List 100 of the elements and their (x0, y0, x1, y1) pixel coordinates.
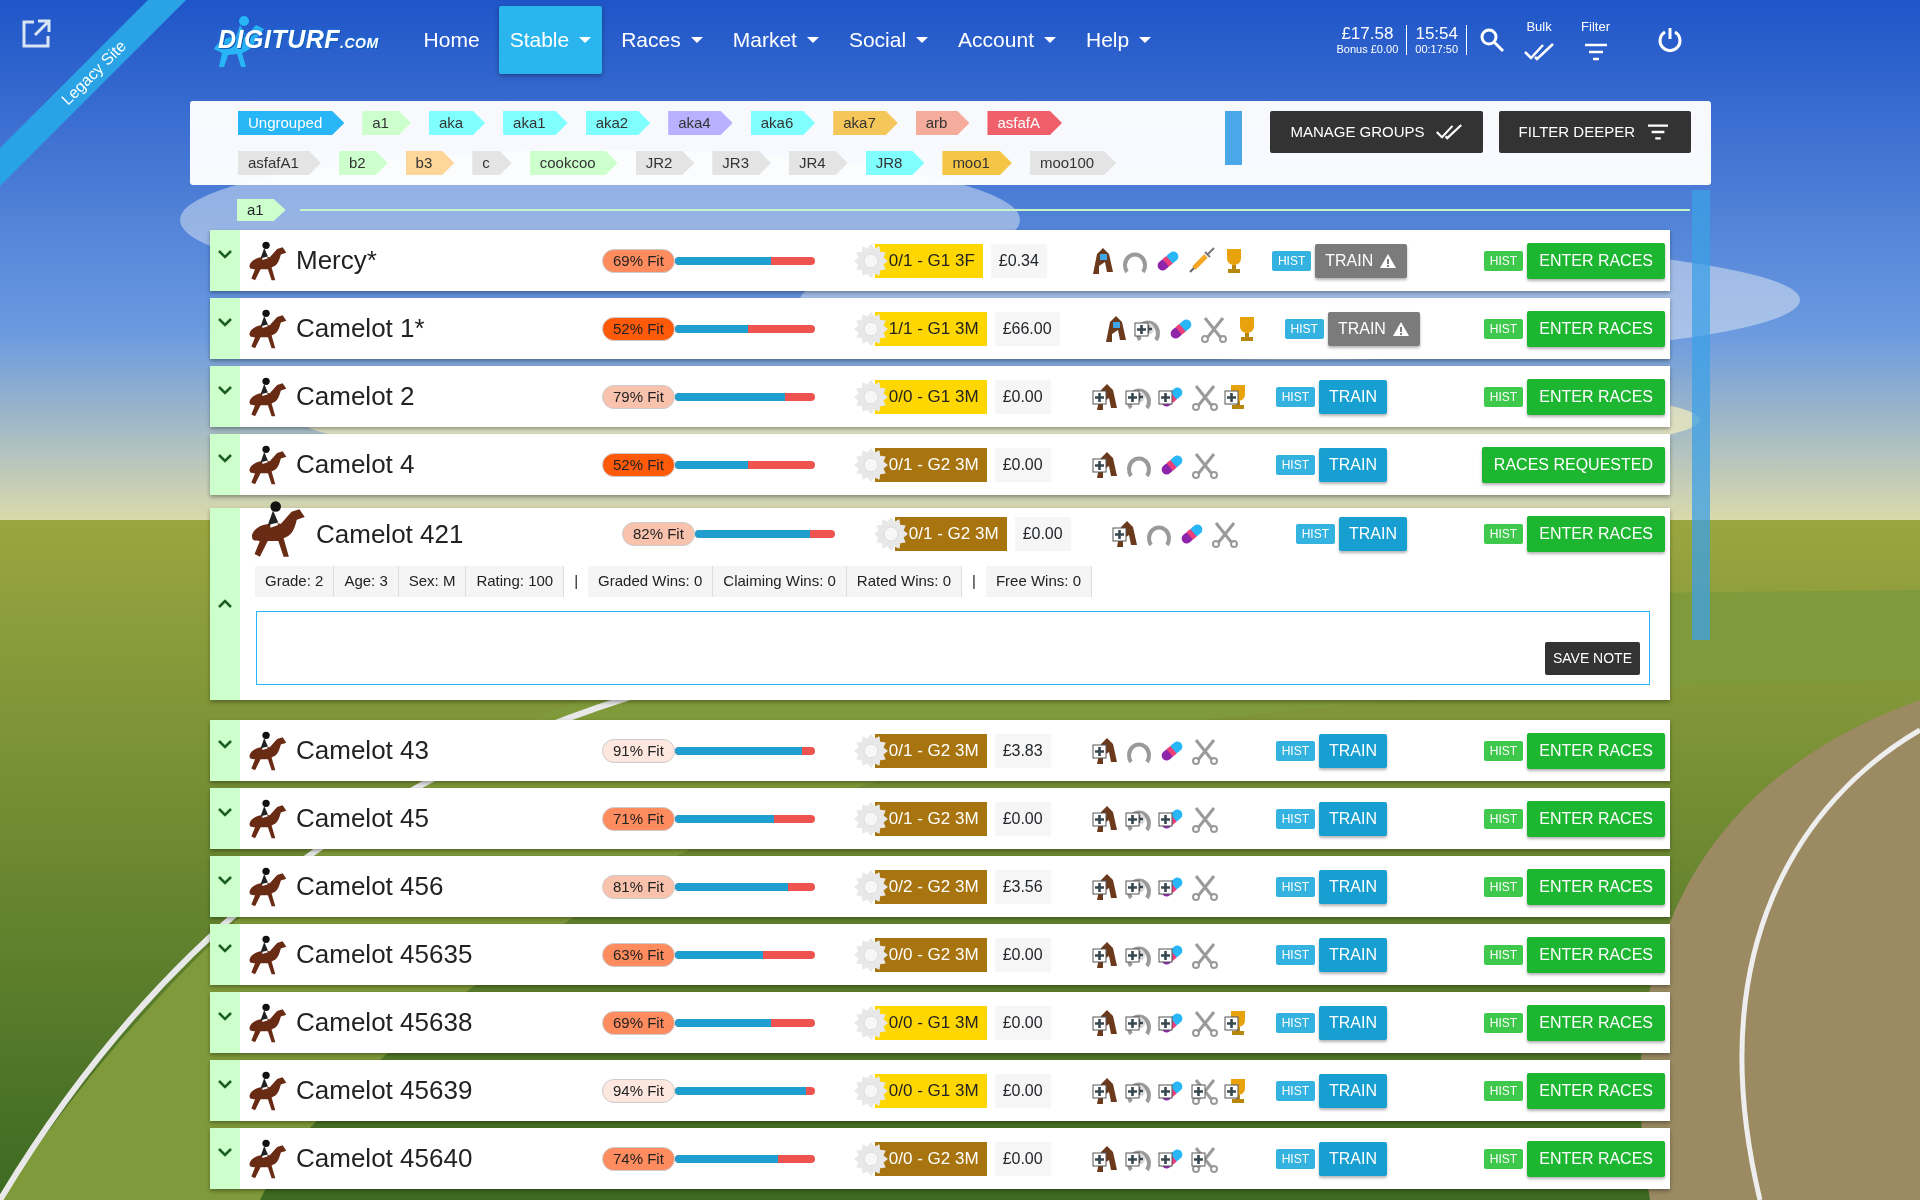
horse-name[interactable]: Camelot 1* (296, 309, 602, 348)
group-tag[interactable]: asfafA1 (238, 151, 321, 175)
group-tag[interactable]: aka4 (668, 111, 733, 135)
train-button[interactable]: TRAIN (1339, 517, 1407, 551)
enter-races-button[interactable]: ENTER RACES (1527, 1072, 1665, 1109)
group-tag[interactable]: Ungrouped (238, 111, 345, 135)
group-tag[interactable]: a1 (362, 111, 411, 135)
nav-link[interactable]: Home (412, 6, 491, 74)
history-button[interactable]: HIST (1483, 740, 1524, 761)
fitness-badge: 82% Fit (622, 522, 695, 546)
group-tag[interactable]: asfafA (987, 111, 1062, 135)
train-button[interactable]: TRAIN (1327, 311, 1420, 346)
group-tag[interactable]: aka (428, 111, 486, 135)
history-button[interactable]: HIST (1275, 808, 1315, 829)
enter-races-button[interactable]: ENTER RACES (1527, 378, 1665, 415)
history-button[interactable]: HIST (1295, 524, 1335, 544)
scroll-bar[interactable] (1692, 190, 1710, 640)
history-button[interactable]: HIST (1483, 1080, 1524, 1101)
horse-name[interactable]: Camelot 45639 (296, 1071, 602, 1110)
enter-races-button[interactable]: ENTER RACES (1527, 1004, 1665, 1041)
train-button[interactable]: TRAIN (1319, 801, 1387, 836)
enter-races-button[interactable]: RACES REQUESTED (1481, 446, 1665, 483)
manage-groups-button[interactable]: MANAGE GROUPS (1270, 111, 1483, 153)
train-button[interactable]: TRAIN (1315, 243, 1408, 278)
nav-link[interactable]: Account (947, 6, 1067, 74)
enter-races-button[interactable]: ENTER RACES (1527, 732, 1665, 769)
horse-name[interactable]: Camelot 43 (296, 731, 602, 770)
group-tag[interactable]: b2 (338, 151, 388, 175)
history-button[interactable]: HIST (1275, 1080, 1315, 1101)
train-button[interactable]: TRAIN (1319, 1005, 1387, 1040)
horse-name[interactable]: Mercy* (296, 241, 602, 280)
horse-name[interactable]: Camelot 45 (296, 799, 602, 838)
group-tag[interactable]: moo1 (942, 151, 1012, 175)
history-button[interactable]: HIST (1483, 1148, 1524, 1169)
enter-races-button[interactable]: ENTER RACES (1527, 1140, 1665, 1177)
history-button[interactable]: HIST (1275, 386, 1315, 407)
scroll-bar[interactable] (1224, 111, 1243, 165)
enter-races-button[interactable]: ENTER RACES (1527, 310, 1665, 347)
history-button[interactable]: HIST (1483, 524, 1524, 544)
nav-link[interactable]: Stable (498, 6, 603, 74)
group-tag[interactable]: aka1 (503, 111, 568, 135)
group-tag[interactable]: aka6 (750, 111, 816, 135)
group-tag[interactable]: cookcoo (529, 151, 618, 175)
group-tag[interactable]: aka2 (585, 111, 651, 135)
nav-link[interactable]: Help (1075, 6, 1163, 74)
group-tag[interactable]: c (472, 151, 512, 175)
history-button[interactable]: HIST (1275, 454, 1315, 475)
history-button[interactable]: HIST (1483, 944, 1524, 965)
train-button[interactable]: TRAIN (1319, 869, 1387, 904)
history-button[interactable]: HIST (1483, 876, 1524, 897)
group-tag[interactable]: JR2 (635, 151, 695, 175)
group-tag[interactable]: JR4 (789, 151, 848, 175)
history-button[interactable]: HIST (1275, 1012, 1315, 1033)
history-button[interactable]: HIST (1275, 876, 1315, 897)
history-button[interactable]: HIST (1275, 944, 1315, 965)
history-button[interactable]: HIST (1483, 1012, 1524, 1033)
filter-button[interactable]: Filter (1581, 17, 1610, 63)
horse-name[interactable]: Camelot 45640 (296, 1139, 602, 1178)
history-button[interactable]: HIST (1483, 808, 1524, 829)
history-button[interactable]: HIST (1284, 318, 1324, 339)
history-button[interactable]: HIST (1483, 250, 1524, 271)
logo-text[interactable]: DIGITURF.COM (218, 21, 379, 59)
horse-name[interactable]: Camelot 2 (296, 377, 602, 416)
nav-link[interactable]: Market (721, 6, 830, 74)
filter-deeper-button[interactable]: FILTER DEEPER (1498, 111, 1691, 153)
enter-races-button[interactable]: ENTER RACES (1527, 516, 1665, 552)
group-tag[interactable]: aka7 (833, 111, 898, 135)
group-tag[interactable]: JR8 (865, 151, 925, 175)
train-button[interactable]: TRAIN (1319, 937, 1387, 972)
history-button[interactable]: HIST (1275, 740, 1315, 761)
horse-name[interactable]: Camelot 421 (316, 514, 622, 554)
nav-link[interactable]: Social (837, 6, 940, 74)
group-tag[interactable]: arb (915, 111, 970, 135)
save-note-button[interactable]: SAVE NOTE (1544, 641, 1640, 675)
horse-name[interactable]: Camelot 45635 (296, 935, 602, 974)
enter-races-button[interactable]: ENTER RACES (1527, 936, 1665, 973)
history-button[interactable]: HIST (1483, 386, 1524, 407)
group-tag[interactable]: moo100 (1029, 151, 1117, 175)
note-field[interactable] (256, 610, 1650, 685)
bulk-button[interactable]: Bulk (1523, 17, 1556, 63)
horse-name[interactable]: Camelot 456 (296, 867, 602, 906)
train-button[interactable]: TRAIN (1319, 447, 1387, 482)
horse-name[interactable]: Camelot 4 (296, 445, 602, 484)
train-button[interactable]: TRAIN (1319, 1073, 1387, 1108)
history-button[interactable]: HIST (1275, 1148, 1315, 1169)
nav-link[interactable]: Races (610, 6, 714, 74)
train-button[interactable]: TRAIN (1319, 733, 1387, 768)
enter-races-button[interactable]: ENTER RACES (1527, 800, 1665, 837)
external-link-icon[interactable] (20, 18, 52, 50)
history-button[interactable]: HIST (1483, 318, 1524, 339)
group-tag[interactable]: b3 (405, 151, 455, 175)
enter-races-button[interactable]: ENTER RACES (1527, 242, 1665, 279)
horse-name[interactable]: Camelot 45638 (296, 1003, 602, 1042)
group-tag[interactable]: JR3 (712, 151, 771, 175)
train-button[interactable]: TRAIN (1319, 379, 1387, 414)
history-button[interactable]: HIST (1271, 250, 1312, 271)
train-button[interactable]: TRAIN (1319, 1141, 1387, 1176)
enter-races-button[interactable]: ENTER RACES (1527, 868, 1665, 905)
search-icon[interactable] (1479, 27, 1506, 53)
power-icon[interactable] (1656, 26, 1684, 54)
